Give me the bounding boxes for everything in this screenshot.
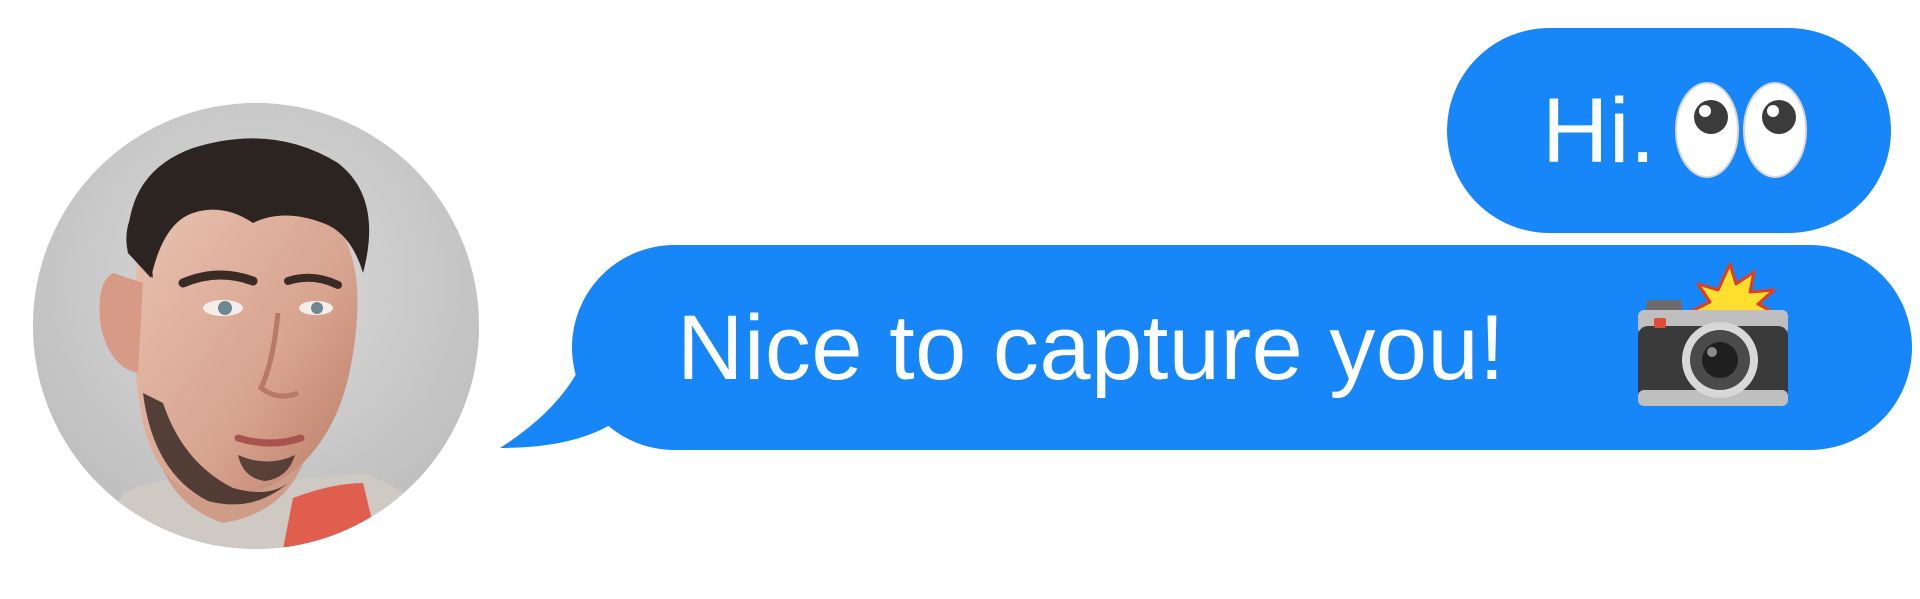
avatar-photo — [33, 103, 479, 549]
message-text: Nice to capture you! — [677, 296, 1506, 399]
avatar[interactable] — [33, 103, 479, 549]
eyes-icon — [1675, 82, 1807, 178]
message-text: Hi. — [1542, 79, 1656, 182]
camera-with-flash-icon — [1638, 262, 1788, 406]
message-bubble-outgoing[interactable]: Hi. — [1447, 28, 1891, 233]
message-thread: Hi. Nice to capture you! — [0, 0, 1920, 599]
